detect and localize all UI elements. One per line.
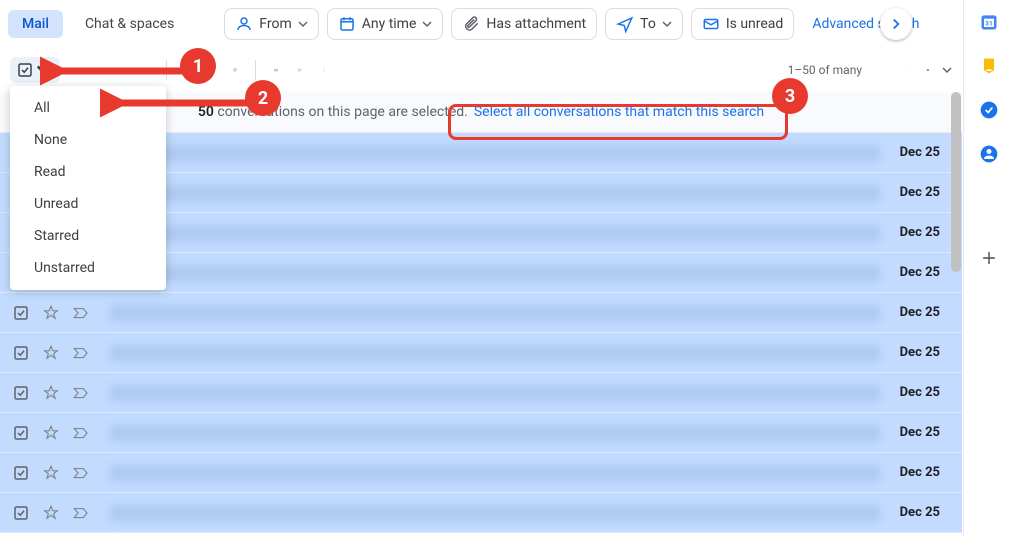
- email-content-blurred: [110, 425, 880, 441]
- banner-text: conversations on this page are selected.: [214, 104, 468, 120]
- important-icon[interactable]: [72, 304, 90, 322]
- important-icon[interactable]: [72, 464, 90, 482]
- checkbox-checked-icon: [16, 61, 34, 79]
- email-date: Dec 25: [900, 305, 950, 320]
- email-date: Dec 25: [900, 225, 950, 240]
- checkbox-checked-icon[interactable]: [12, 504, 30, 522]
- star-icon[interactable]: [42, 384, 60, 402]
- chevron-down-icon: [662, 19, 672, 29]
- labels-icon[interactable]: [290, 60, 310, 80]
- star-icon[interactable]: [42, 464, 60, 482]
- dropdown-all[interactable]: All: [10, 92, 166, 124]
- email-date: Dec 25: [900, 425, 950, 440]
- email-row[interactable]: Dec 25: [0, 333, 962, 373]
- chevron-down-icon: [422, 19, 432, 29]
- important-icon[interactable]: [72, 344, 90, 362]
- more-icon[interactable]: [314, 60, 334, 80]
- checkbox-checked-icon[interactable]: [12, 304, 30, 322]
- calendar-app-icon[interactable]: 31: [979, 12, 999, 32]
- dropdown-none[interactable]: None: [10, 124, 166, 156]
- calendar-icon: [338, 15, 356, 33]
- email-content-blurred: [110, 465, 880, 481]
- select-checkbox-dropdown[interactable]: [10, 57, 60, 83]
- pagination-info: 1–50 of many: [788, 63, 870, 77]
- tab-chat[interactable]: Chat & spaces: [71, 10, 188, 38]
- move-to-icon[interactable]: [266, 60, 286, 80]
- email-content-blurred: [110, 345, 880, 361]
- filter-anytime[interactable]: Any time: [327, 8, 444, 40]
- checkbox-checked-icon[interactable]: [12, 384, 30, 402]
- email-row[interactable]: Dec 25: [0, 293, 962, 333]
- star-icon[interactable]: [42, 304, 60, 322]
- chevron-down-icon: [36, 61, 54, 79]
- prev-page-button[interactable]: [874, 61, 892, 79]
- email-content-blurred: [110, 225, 880, 241]
- dropdown-unread[interactable]: Unread: [10, 188, 166, 220]
- select-all-link[interactable]: Select all conversations that match this…: [474, 104, 764, 120]
- person-icon: [235, 15, 253, 33]
- add-task-icon[interactable]: [225, 60, 245, 80]
- email-content-blurred: [110, 145, 880, 161]
- contacts-app-icon[interactable]: [979, 144, 999, 164]
- email-content-blurred: [110, 505, 880, 521]
- chevron-down-icon: [298, 19, 308, 29]
- snooze-icon[interactable]: [201, 60, 221, 80]
- checkbox-checked-icon[interactable]: [12, 424, 30, 442]
- email-date: Dec 25: [900, 385, 950, 400]
- email-date: Dec 25: [900, 265, 950, 280]
- filter-from[interactable]: From: [224, 8, 318, 40]
- email-content-blurred: [110, 185, 880, 201]
- email-content-blurred: [110, 265, 880, 281]
- report-spam-icon[interactable]: [112, 60, 132, 80]
- delete-icon[interactable]: [136, 60, 156, 80]
- email-row[interactable]: Dec 25: [0, 373, 962, 413]
- mail-icon: [702, 15, 720, 33]
- email-date: Dec 25: [900, 465, 950, 480]
- email-content-blurred: [110, 385, 880, 401]
- filter-to[interactable]: To: [605, 8, 683, 40]
- star-icon[interactable]: [42, 344, 60, 362]
- chevron-down-icon: [942, 65, 952, 75]
- tab-mail[interactable]: Mail: [8, 10, 63, 38]
- side-panel: 31: [963, 0, 1013, 536]
- star-icon[interactable]: [42, 504, 60, 522]
- select-dropdown-menu: All None Read Unread Starred Unstarred: [10, 86, 166, 290]
- important-icon[interactable]: [72, 424, 90, 442]
- dropdown-unstarred[interactable]: Unstarred: [10, 252, 166, 284]
- email-date: Dec 25: [900, 145, 950, 160]
- filter-unread[interactable]: Is unread: [691, 8, 795, 40]
- next-page-button[interactable]: [896, 61, 914, 79]
- email-date: Dec 25: [900, 185, 950, 200]
- send-icon: [616, 15, 634, 33]
- email-row[interactable]: Dec 25: [0, 493, 962, 533]
- add-app-icon[interactable]: [979, 248, 999, 268]
- checkbox-checked-icon[interactable]: [12, 344, 30, 362]
- archive-icon[interactable]: [88, 60, 108, 80]
- dropdown-starred[interactable]: Starred: [10, 220, 166, 252]
- input-tools-icon[interactable]: [918, 60, 938, 80]
- mark-unread-icon[interactable]: [177, 60, 197, 80]
- chevron-right-icon: [887, 15, 905, 33]
- email-row[interactable]: Dec 25: [0, 453, 962, 493]
- svg-text:31: 31: [985, 19, 993, 27]
- important-icon[interactable]: [72, 384, 90, 402]
- scrollbar[interactable]: [950, 92, 962, 532]
- filter-attachment[interactable]: Has attachment: [451, 8, 597, 40]
- scroll-right-button[interactable]: [880, 8, 912, 40]
- important-icon[interactable]: [72, 504, 90, 522]
- email-row[interactable]: Dec 25: [0, 413, 962, 453]
- attachment-icon: [462, 15, 480, 33]
- email-date: Dec 25: [900, 345, 950, 360]
- filter-row: Mail Chat & spaces From Any time Has att…: [0, 0, 962, 48]
- dropdown-read[interactable]: Read: [10, 156, 166, 188]
- banner-count: 50: [198, 104, 214, 120]
- email-content-blurred: [110, 305, 880, 321]
- checkbox-checked-icon[interactable]: [12, 464, 30, 482]
- tasks-app-icon[interactable]: [979, 100, 999, 120]
- email-date: Dec 25: [900, 505, 950, 520]
- star-icon[interactable]: [42, 424, 60, 442]
- keep-app-icon[interactable]: [979, 56, 999, 76]
